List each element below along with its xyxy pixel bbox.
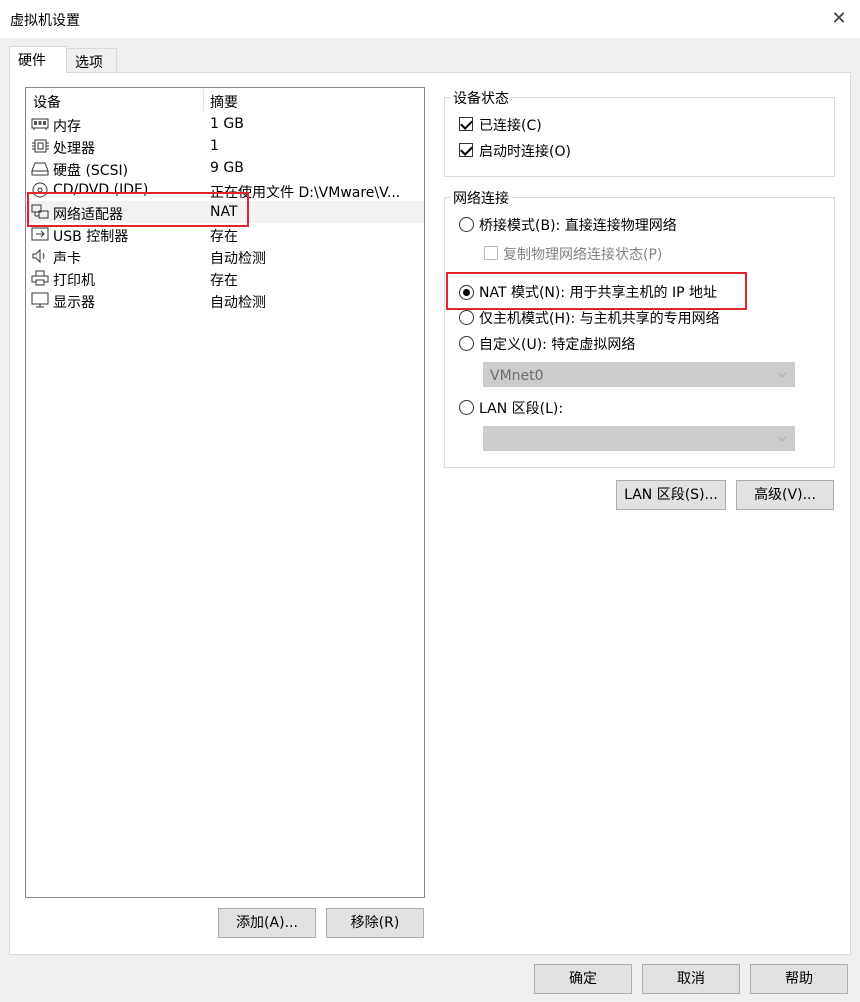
tab-options[interactable]: 选项 [66, 48, 117, 72]
column-header-summary[interactable]: 摘要 [210, 92, 238, 112]
ok-button[interactable]: 确定 [534, 964, 632, 994]
device-summary: 9 GB [210, 160, 244, 176]
memory-icon [31, 118, 49, 130]
replicate-state-checkbox[interactable] [484, 246, 498, 260]
device-name: 处理器 [53, 141, 95, 157]
highlight-box-nat [446, 272, 747, 310]
custom-label[interactable]: 自定义(U): 特定虚拟网络 [479, 334, 635, 354]
device-summary: 1 [210, 138, 219, 154]
display-icon [31, 292, 49, 308]
chevron-down-icon: ⌵ [778, 431, 787, 444]
host-only-label[interactable]: 仅主机模式(H): 与主机共享的专用网络 [479, 308, 720, 328]
device-summary: 存在 [210, 229, 238, 245]
lan-segment-select[interactable]: ⌵ [483, 426, 795, 451]
lan-segment-label[interactable]: LAN 区段(L): [479, 398, 563, 418]
bridged-label[interactable]: 桥接模式(B): 直接连接物理网络 [479, 215, 677, 235]
processor-icon [32, 139, 49, 153]
help-button[interactable]: 帮助 [750, 964, 848, 994]
replicate-state-label[interactable]: 复制物理网络连接状态(P) [503, 244, 662, 264]
device-status-group [444, 97, 835, 177]
device-name: 显示器 [53, 295, 95, 311]
device-name: 声卡 [53, 251, 81, 267]
device-status-label: 设备状态 [451, 88, 511, 108]
device-summary: 存在 [210, 273, 238, 289]
highlight-box-network-adapter [27, 192, 249, 227]
cancel-button[interactable]: 取消 [642, 964, 740, 994]
sound-card-icon [32, 248, 45, 264]
title-bar [0, 0, 860, 38]
usb-icon [31, 227, 49, 241]
device-summary: 自动检测 [210, 295, 266, 311]
close-icon[interactable]: ✕ [826, 6, 852, 32]
connect-at-power-on-checkbox[interactable] [459, 143, 473, 157]
remove-button[interactable]: 移除(R) [326, 908, 424, 938]
window-title: 虚拟机设置 [10, 13, 80, 29]
connect-at-power-on-label[interactable]: 启动时连接(O) [479, 141, 571, 161]
device-name: 内存 [53, 119, 81, 135]
lan-segments-button[interactable]: LAN 区段(S)... [616, 480, 726, 510]
host-only-radio[interactable] [459, 310, 474, 325]
hard-disk-icon [31, 162, 49, 176]
column-header-device[interactable]: 设备 [33, 92, 61, 112]
device-summary: 1 GB [210, 116, 244, 132]
column-separator[interactable] [203, 89, 204, 111]
custom-network-select[interactable]: VMnet0 ⌵ [483, 362, 795, 387]
advanced-button[interactable]: 高级(V)... [736, 480, 834, 510]
connected-checkbox[interactable] [459, 117, 473, 131]
add-button[interactable]: 添加(A)... [218, 908, 316, 938]
device-name: USB 控制器 [53, 229, 129, 245]
custom-network-value: VMnet0 [490, 368, 544, 384]
tab-hardware[interactable]: 硬件 [9, 46, 67, 73]
device-name: 打印机 [53, 273, 95, 289]
device-summary: 自动检测 [210, 251, 266, 267]
chevron-down-icon: ⌵ [778, 367, 787, 380]
bridged-radio[interactable] [459, 217, 474, 232]
connected-label[interactable]: 已连接(C) [479, 115, 542, 135]
custom-radio[interactable] [459, 336, 474, 351]
device-name: 硬盘 (SCSI) [53, 163, 129, 179]
network-connection-label: 网络连接 [451, 188, 511, 208]
printer-icon [31, 270, 49, 286]
lan-segment-radio[interactable] [459, 400, 474, 415]
